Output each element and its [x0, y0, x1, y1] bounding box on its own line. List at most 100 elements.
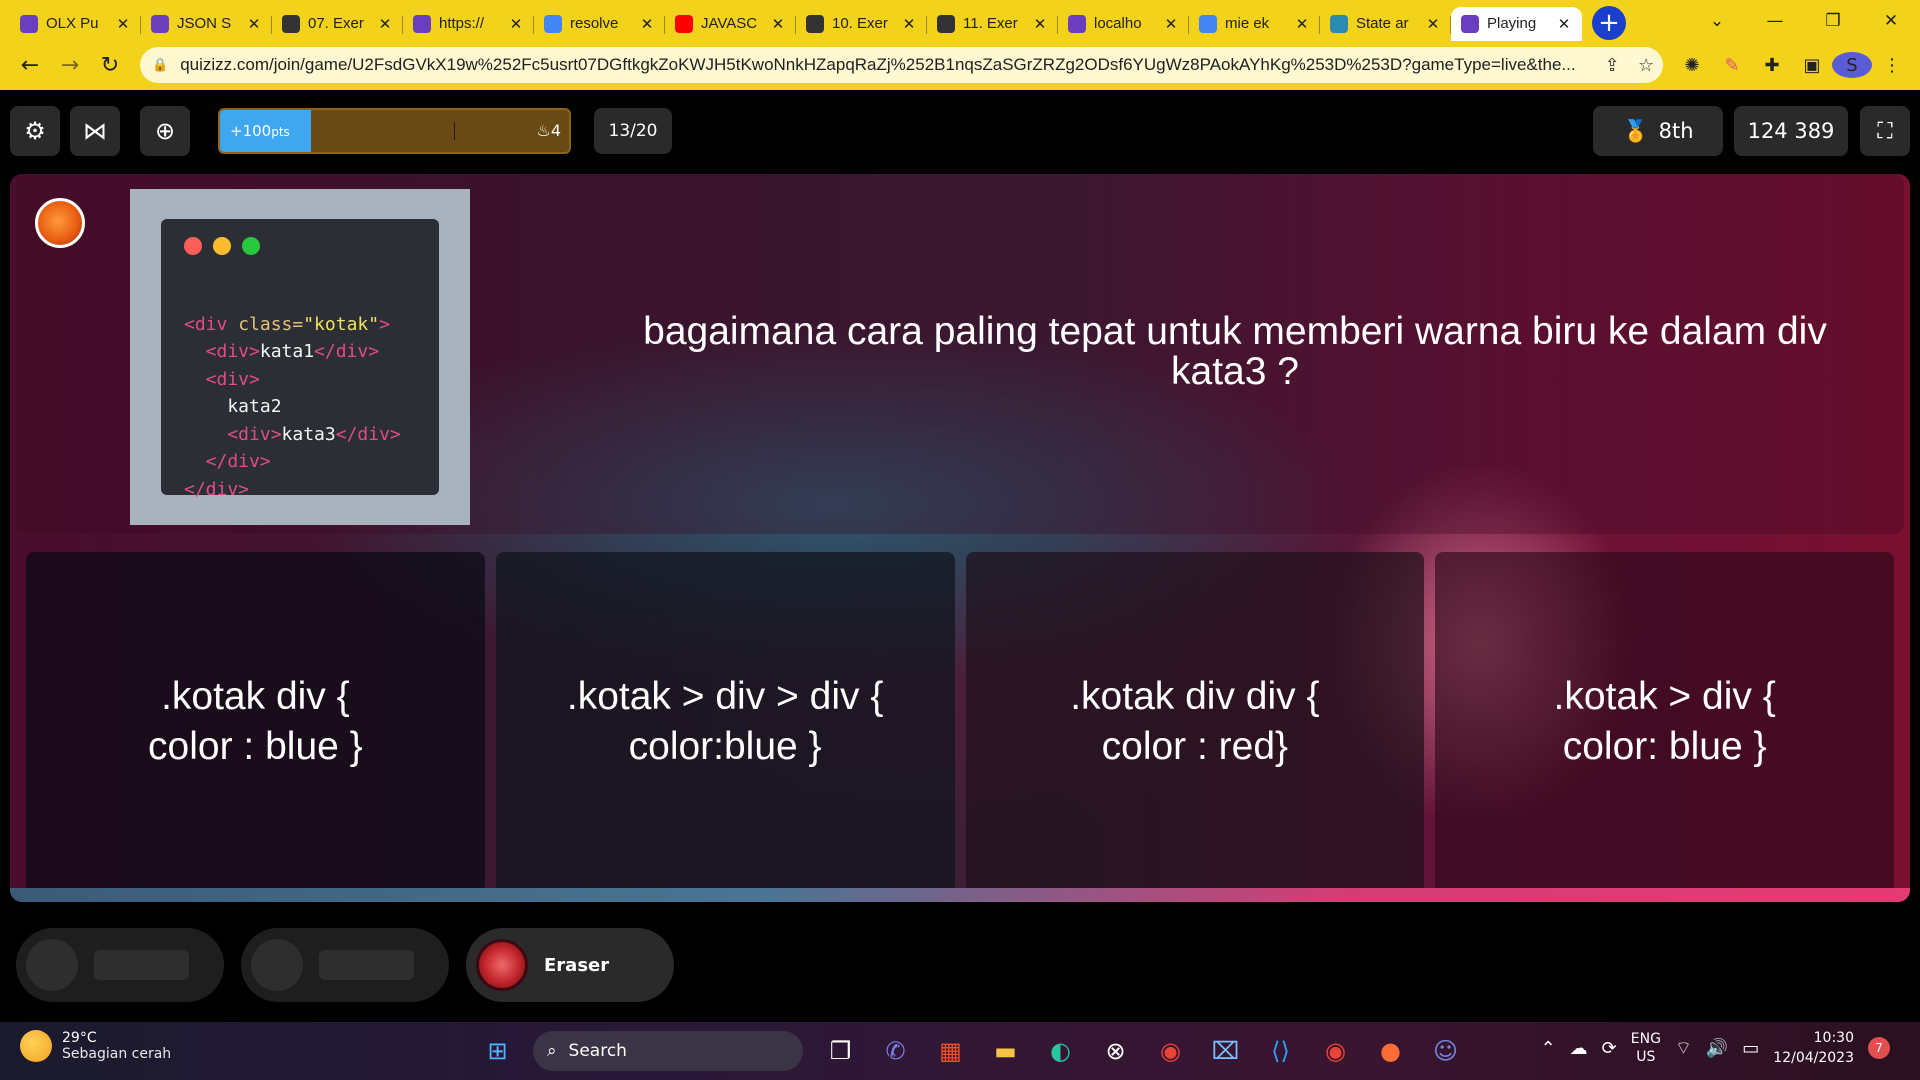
partly-sunny-icon: [20, 1030, 52, 1062]
tab-label: localho: [1094, 15, 1142, 32]
tab-close-icon[interactable]: ✕: [901, 15, 917, 33]
tab-close-icon[interactable]: ✕: [377, 15, 393, 33]
tab-close-icon[interactable]: ✕: [115, 15, 131, 33]
powerup-placeholder-icon: [26, 939, 78, 991]
browser-tab-5[interactable]: resolve ✕: [534, 7, 665, 41]
zoom-in-icon[interactable]: ⊕: [140, 106, 190, 156]
quizizz-icon: [1461, 14, 1479, 33]
tab-close-icon[interactable]: ✕: [770, 15, 786, 33]
snipping-tool-icon[interactable]: ⌧: [1198, 1029, 1253, 1073]
rank-value: 8th: [1658, 119, 1694, 143]
tab-label: JAVASC: [701, 15, 758, 32]
discord-icon[interactable]: ☺: [1418, 1029, 1473, 1073]
code-line: </div>: [184, 478, 250, 500]
taskbar-search[interactable]: ⌕ Search: [533, 1031, 803, 1071]
quiz-top-bar: ⚙ ⋈ ⊕ +100pts ♨4 13/20 🏅 8th 124 389 ⛶: [0, 90, 1920, 174]
settings-gear-icon[interactable]: ⚙: [10, 106, 60, 156]
language-indicator[interactable]: ENG US: [1631, 1030, 1661, 1066]
eraser-powerup-button[interactable]: Eraser: [466, 928, 674, 1002]
side-panel-icon[interactable]: ▣: [1792, 55, 1832, 76]
browser-tab-1[interactable]: OLX Pu ✕: [10, 7, 141, 41]
menu-kebab-icon[interactable]: ⋮: [1872, 55, 1912, 76]
search-label: Search: [568, 1041, 627, 1061]
restore-button[interactable]: ❐: [1804, 11, 1862, 31]
omnibox[interactable]: 🔒 quizizz.com/join/game/U2FsdGVkX19w%252…: [140, 47, 1663, 83]
file-explorer-icon[interactable]: ▬: [978, 1029, 1033, 1073]
chrome-profile-icon[interactable]: ◉: [1308, 1029, 1363, 1073]
browser-tab-7[interactable]: 10. Exer ✕: [796, 7, 927, 41]
theme-toggle-icon[interactable]: ⋈: [70, 106, 120, 156]
tab-close-icon[interactable]: ✕: [508, 15, 524, 33]
browser-tab-6[interactable]: JAVASC ✕: [665, 7, 796, 41]
powerup-slot-2[interactable]: [241, 928, 449, 1002]
browser-tab-2[interactable]: JSON S ✕: [141, 7, 272, 41]
extension-color-picker-icon[interactable]: ✎: [1712, 55, 1752, 76]
new-tab-button[interactable]: +: [1592, 5, 1626, 40]
sync-icon[interactable]: ⟳: [1602, 1038, 1617, 1059]
windows-start-icon[interactable]: ⊞: [470, 1029, 525, 1073]
tab-label: Playing: [1487, 15, 1537, 32]
xbox-icon[interactable]: ⊗: [1088, 1029, 1143, 1073]
fullscreen-icon[interactable]: ⛶: [1860, 106, 1910, 156]
answer-option-2[interactable]: .kotak > div > div {color:blue }: [495, 552, 955, 892]
tab-close-icon[interactable]: ✕: [1556, 15, 1572, 33]
browser-tab-4[interactable]: https:// ✕: [403, 7, 534, 41]
quizizz-icon: [151, 14, 169, 33]
weather-condition: Sebagian cerah: [62, 1046, 172, 1062]
browser-tab-8[interactable]: 11. Exer ✕: [927, 7, 1058, 41]
browser-tab-12[interactable]: Playing ✕: [1451, 6, 1582, 41]
teams-chat-icon[interactable]: ✆: [868, 1029, 923, 1073]
browser-tab-11[interactable]: State ar ✕: [1320, 7, 1451, 41]
tab-close-icon[interactable]: ✕: [246, 15, 262, 33]
chrome-icon[interactable]: ◉: [1143, 1029, 1198, 1073]
question-stage: <div class="kotak"> <div>kata1</div> <di…: [10, 174, 1910, 902]
clock[interactable]: 10:30 12/04/2023: [1773, 1028, 1854, 1068]
extensions-puzzle-icon[interactable]: ✚: [1752, 55, 1792, 76]
edge-browser-icon[interactable]: ◐: [1033, 1029, 1088, 1073]
profile-avatar[interactable]: S: [1832, 52, 1872, 78]
extension-bug-icon[interactable]: ✺: [1672, 55, 1712, 76]
show-hidden-icons-icon[interactable]: ⌃: [1541, 1038, 1556, 1059]
answer-option-1[interactable]: .kotak div {color : blue }: [26, 552, 485, 892]
url-text[interactable]: quizizz.com/join/game/U2FsdGVkX19w%252Fc…: [180, 55, 1595, 75]
code-line: <div class="kotak">: [184, 313, 390, 335]
volume-icon[interactable]: 🔊: [1706, 1038, 1728, 1059]
browser-tab-10[interactable]: mie ek ✕: [1189, 7, 1320, 41]
weather-widget[interactable]: 29°C Sebagian cerah: [20, 1030, 171, 1062]
answer-option-4[interactable]: .kotak > div {color: blue }: [1435, 552, 1894, 892]
tab-close-icon[interactable]: ✕: [1425, 15, 1441, 33]
close-window-button[interactable]: ✕: [1862, 11, 1920, 31]
tab-search-icon[interactable]: ⌄: [1688, 11, 1746, 31]
onedrive-icon[interactable]: ☁: [1570, 1038, 1588, 1059]
powerup-slot-1[interactable]: [16, 928, 224, 1002]
eraser-label: Eraser: [544, 954, 610, 976]
microsoft-store-icon[interactable]: ▦: [923, 1029, 978, 1073]
reload-button[interactable]: ↻: [90, 46, 130, 86]
powerup-bar: Eraser: [0, 902, 1920, 1022]
forward-button[interactable]: →: [50, 46, 90, 86]
tab-label: 10. Exer: [832, 15, 888, 32]
bookmark-star-icon[interactable]: ☆: [1629, 55, 1663, 76]
share-icon[interactable]: ⇪: [1595, 55, 1629, 76]
vscode-icon[interactable]: ⟨⟩: [1253, 1029, 1308, 1073]
tab-close-icon[interactable]: ✕: [1294, 15, 1310, 33]
postman-icon[interactable]: ●: [1363, 1029, 1418, 1073]
battery-icon[interactable]: ▭: [1742, 1038, 1759, 1059]
tab-close-icon[interactable]: ✕: [639, 15, 655, 33]
lock-icon[interactable]: 🔒: [152, 58, 168, 73]
wifi-icon[interactable]: ⌔: [1675, 1037, 1692, 1060]
tab-close-icon[interactable]: ✕: [1032, 15, 1048, 33]
question-counter: 13/20: [594, 108, 672, 154]
code-snippet: <div class="kotak"> <div>kata1</div> <di…: [184, 283, 439, 558]
browser-tab-3[interactable]: 07. Exer ✕: [272, 7, 403, 41]
browser-tab-9[interactable]: localho ✕: [1058, 7, 1189, 41]
tab-label: https://: [439, 15, 485, 32]
back-button[interactable]: ←: [10, 46, 50, 86]
notification-badge[interactable]: 7: [1868, 1037, 1890, 1059]
task-view-icon[interactable]: ❐: [813, 1029, 868, 1073]
minimize-button[interactable]: —: [1746, 11, 1804, 31]
red-dot-icon: [184, 237, 202, 255]
tab-label: State ar: [1356, 15, 1409, 32]
tab-close-icon[interactable]: ✕: [1163, 15, 1179, 33]
answer-option-3[interactable]: .kotak div div {color : red}: [965, 552, 1425, 892]
